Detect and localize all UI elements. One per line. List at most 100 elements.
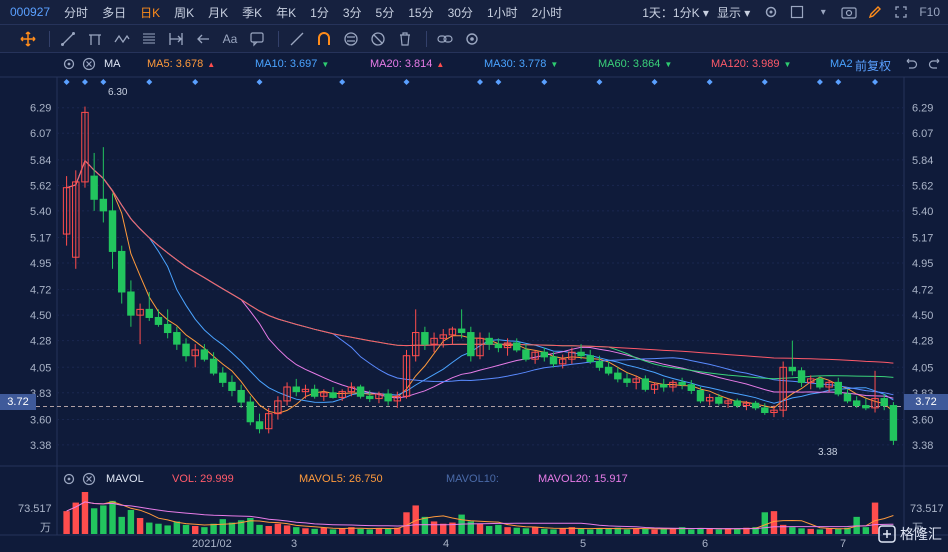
volume-bar bbox=[706, 528, 713, 534]
x-axis-label: 5 bbox=[580, 538, 587, 550]
x-axis-label: 3 bbox=[291, 538, 298, 550]
candle-body bbox=[200, 349, 209, 360]
volume-bar bbox=[81, 492, 89, 534]
high-price-annotation: 6.30 bbox=[108, 87, 128, 98]
candle-body bbox=[834, 381, 843, 395]
x-axis-label: 6 bbox=[702, 538, 709, 550]
y-axis-label-right: 3.38 bbox=[912, 440, 933, 452]
vol-close-icon[interactable] bbox=[82, 472, 96, 489]
event-marker-icon bbox=[100, 79, 107, 85]
y-axis-label-left: 4.05 bbox=[30, 362, 51, 374]
candle-body bbox=[641, 378, 650, 390]
volume-bar bbox=[311, 528, 318, 534]
candle-body bbox=[880, 398, 888, 407]
current-price-label-left: 3.72 bbox=[0, 394, 36, 410]
y-axis-label-right: 6.07 bbox=[912, 128, 933, 140]
candle-body bbox=[356, 386, 365, 397]
candle-body bbox=[182, 343, 190, 357]
volume-bar bbox=[513, 527, 520, 534]
volume-bar bbox=[476, 523, 484, 534]
volume-bar bbox=[109, 500, 116, 534]
candle-body bbox=[788, 366, 797, 372]
candle-body bbox=[219, 372, 227, 383]
volume-bar bbox=[761, 512, 769, 534]
y-axis-label-right: 4.05 bbox=[912, 362, 933, 374]
x-axis-label: 4 bbox=[443, 538, 450, 550]
volume-bar bbox=[688, 529, 695, 534]
candle-body bbox=[889, 405, 898, 441]
y-axis-label-left: 5.84 bbox=[30, 155, 51, 167]
volume-bar bbox=[807, 528, 814, 534]
volume-bar bbox=[384, 528, 392, 534]
logo-icon bbox=[878, 525, 896, 543]
volume-bar bbox=[182, 524, 190, 534]
y-axis-label-left: 4.72 bbox=[30, 285, 51, 297]
candle-body bbox=[485, 337, 493, 345]
volume-bar bbox=[825, 528, 833, 534]
candle-body bbox=[660, 384, 668, 388]
candle-body bbox=[678, 381, 686, 386]
volume-bar bbox=[541, 528, 548, 534]
vol-axis-max-left: 73.517 bbox=[18, 503, 52, 515]
volume-bar bbox=[210, 523, 217, 534]
volume-bar bbox=[256, 524, 263, 534]
volume-bar bbox=[697, 528, 704, 534]
volume-bar bbox=[862, 527, 870, 534]
volume-bar bbox=[623, 529, 631, 534]
volume-bar bbox=[421, 516, 429, 534]
volume-bar bbox=[357, 528, 364, 534]
vol-axis-max-right: 73.517 bbox=[910, 503, 944, 515]
candle-body bbox=[494, 343, 503, 349]
y-axis-label-left: 5.40 bbox=[30, 206, 51, 218]
volume-bar bbox=[118, 516, 125, 534]
candle-body bbox=[687, 384, 696, 391]
volume-bar bbox=[522, 528, 530, 534]
volume-bar bbox=[596, 528, 603, 534]
volume-bar bbox=[100, 505, 107, 534]
candle-body bbox=[513, 342, 521, 351]
event-marker-icon bbox=[256, 79, 263, 85]
y-axis-label-left: 6.29 bbox=[30, 103, 51, 115]
volume-bar bbox=[265, 526, 272, 534]
event-marker-icon bbox=[63, 79, 70, 85]
volume-bar bbox=[136, 518, 144, 534]
candle-body bbox=[366, 395, 374, 400]
vol-indicator-name[interactable]: MAVOL bbox=[106, 473, 144, 485]
candle-body bbox=[733, 400, 741, 407]
candle-body bbox=[329, 392, 337, 398]
y-axis-label-left: 3.60 bbox=[30, 414, 51, 426]
volume-legend: MAVOL VOL: 29.999 MAVOL5: 26.750 MAVOL10: M… bbox=[0, 470, 948, 490]
volume-bar bbox=[715, 529, 723, 534]
candle-body bbox=[127, 291, 135, 316]
y-axis-label-right: 4.95 bbox=[912, 258, 933, 270]
volume-bar bbox=[651, 529, 658, 534]
y-axis-label-left: 5.62 bbox=[30, 180, 51, 192]
volume-bar bbox=[191, 526, 199, 534]
volume-bar bbox=[90, 508, 98, 534]
event-marker-icon bbox=[495, 79, 502, 85]
candle-body bbox=[761, 407, 769, 413]
vol-settings-icon[interactable] bbox=[62, 472, 76, 489]
volume-bar bbox=[164, 525, 171, 534]
volume-bar bbox=[146, 522, 153, 534]
candle-body bbox=[614, 372, 622, 380]
event-marker-icon bbox=[81, 79, 88, 85]
volume-bar bbox=[283, 525, 291, 534]
candle-body bbox=[292, 386, 300, 393]
volume-bar bbox=[734, 528, 741, 534]
volume-bar bbox=[127, 510, 135, 534]
candle-body bbox=[852, 400, 861, 407]
volume-bar bbox=[430, 521, 438, 534]
candle-body bbox=[522, 349, 530, 360]
y-axis-label-right: 5.40 bbox=[912, 206, 933, 218]
ma-line-20 bbox=[66, 159, 894, 399]
event-marker-icon bbox=[339, 79, 346, 85]
y-axis-label-right: 5.17 bbox=[912, 233, 933, 245]
ma-line-10 bbox=[66, 159, 894, 404]
volume-bar bbox=[485, 526, 493, 534]
candle-body bbox=[228, 381, 236, 391]
y-axis-label-right: 3.60 bbox=[912, 414, 933, 426]
volume-bar bbox=[669, 528, 677, 534]
volume-bar bbox=[320, 527, 328, 534]
volume-bar bbox=[550, 529, 557, 534]
